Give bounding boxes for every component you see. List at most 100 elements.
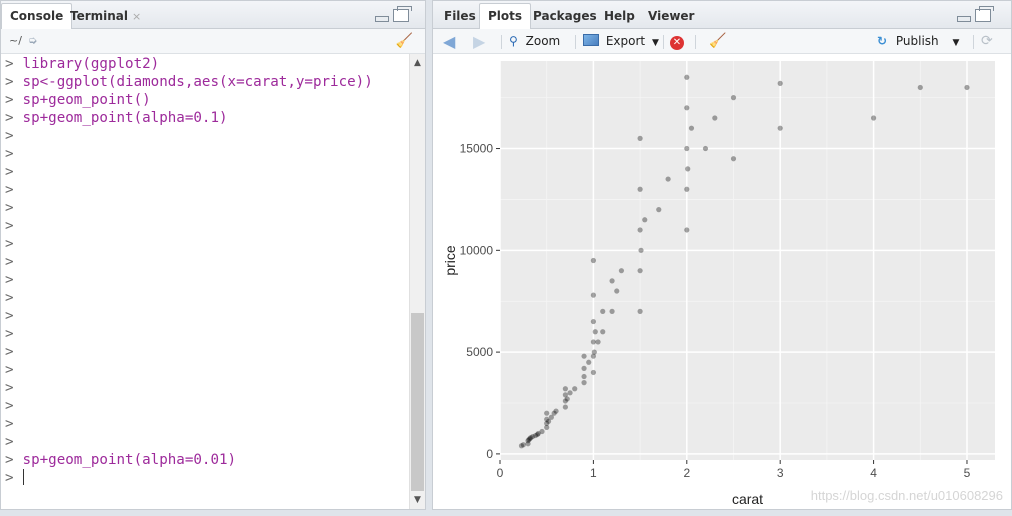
data-point bbox=[590, 339, 596, 345]
tab-viewer[interactable]: Viewer bbox=[639, 3, 703, 29]
data-point bbox=[592, 329, 598, 335]
scroll-down-icon[interactable]: ▼ bbox=[410, 493, 425, 507]
data-point bbox=[609, 308, 615, 314]
export-button[interactable]: Export ▼ bbox=[583, 32, 659, 51]
console-prompt: > bbox=[5, 182, 14, 198]
data-point bbox=[618, 268, 625, 274]
console-tabbar: Console Terminal × bbox=[1, 1, 425, 30]
pane-window-controls bbox=[375, 6, 413, 25]
console-command: sp+geom_point(alpha=0.1) bbox=[22, 110, 228, 126]
tab-help[interactable]: Help bbox=[595, 3, 644, 29]
data-point bbox=[702, 145, 709, 152]
tab-packages[interactable]: Packages bbox=[524, 3, 606, 29]
console-line: > bbox=[5, 199, 409, 217]
console-line: > bbox=[5, 181, 409, 199]
chevron-down-icon: ▼ bbox=[952, 38, 960, 48]
data-point bbox=[688, 125, 695, 131]
back-arrow-icon[interactable]: ◀ bbox=[443, 32, 455, 51]
forward-arrow-icon[interactable]: ▶ bbox=[473, 32, 485, 51]
console-prompt: > bbox=[5, 398, 14, 414]
console-prompt: > bbox=[5, 146, 14, 162]
console-line: > bbox=[5, 127, 409, 145]
pane-window-controls bbox=[957, 6, 995, 25]
data-point bbox=[684, 227, 690, 233]
remove-icon: ✕ bbox=[670, 36, 684, 50]
close-icon[interactable]: × bbox=[132, 10, 141, 23]
console-line: > bbox=[5, 343, 409, 361]
refresh-icon[interactable]: ⟳ bbox=[981, 32, 993, 51]
console-line: > sp+geom_point(alpha=0.01) bbox=[5, 451, 409, 469]
scrollbar-thumb[interactable] bbox=[411, 313, 424, 491]
publish-button[interactable]: ↻ Publish ▼ bbox=[877, 32, 959, 51]
data-point bbox=[581, 373, 587, 380]
data-point bbox=[665, 176, 671, 182]
maximize-icon[interactable] bbox=[975, 6, 994, 22]
plots-toolbar: ◀ ▶ ⚲ Zoom Export ▼ ✕ 🧹 ↻ Publish ▼ ⟳ bbox=[433, 29, 1011, 54]
data-point bbox=[917, 84, 923, 91]
data-point bbox=[564, 396, 570, 402]
scroll-up-icon[interactable]: ▲ bbox=[410, 56, 425, 70]
console-prompt: > bbox=[5, 380, 14, 396]
console-prompt: > bbox=[5, 110, 14, 126]
data-point bbox=[572, 386, 578, 392]
data-point bbox=[642, 217, 648, 223]
data-point bbox=[544, 410, 550, 416]
tab-files[interactable]: Files bbox=[435, 3, 485, 29]
zoom-icon: ⚲ bbox=[509, 34, 518, 48]
data-point bbox=[590, 318, 596, 325]
go-to-directory-icon[interactable]: ➭ bbox=[28, 34, 37, 47]
console-prompt: > bbox=[5, 326, 14, 342]
data-point bbox=[600, 329, 606, 335]
console-prompt: > bbox=[5, 362, 14, 378]
console-line: > bbox=[5, 415, 409, 433]
data-point bbox=[609, 278, 615, 284]
console-output[interactable]: > library(ggplot2) > sp<-ggplot(diamonds,ae… bbox=[1, 54, 409, 509]
maximize-icon[interactable] bbox=[393, 6, 412, 22]
x-axis-label: carat bbox=[732, 491, 763, 507]
x-tick-label: 1 bbox=[590, 466, 597, 480]
data-point bbox=[590, 369, 596, 376]
console-line: > bbox=[5, 145, 409, 163]
data-point bbox=[581, 380, 587, 386]
x-tick-label: 5 bbox=[964, 466, 971, 480]
console-subbar: ~/➭ 🧹 bbox=[1, 29, 425, 54]
zoom-button[interactable]: ⚲ Zoom bbox=[509, 32, 560, 51]
data-point bbox=[600, 308, 606, 314]
console-line: > bbox=[5, 361, 409, 379]
console-line: > sp+geom_point() bbox=[5, 91, 409, 109]
x-tick-label: 2 bbox=[683, 466, 690, 480]
console-line: > bbox=[5, 289, 409, 307]
console-prompt: > bbox=[5, 434, 14, 450]
data-point bbox=[712, 115, 718, 121]
console-prompt: > bbox=[5, 164, 14, 180]
data-point bbox=[562, 386, 568, 392]
console-line: > bbox=[5, 253, 409, 271]
console-prompt: > bbox=[5, 56, 14, 72]
data-point bbox=[730, 156, 737, 162]
data-point bbox=[637, 135, 643, 141]
data-point bbox=[777, 80, 783, 86]
clear-console-icon[interactable]: 🧹 bbox=[396, 33, 413, 49]
console-line: > sp+geom_point(alpha=0.1) bbox=[5, 109, 409, 127]
console-line: > bbox=[5, 325, 409, 343]
data-point bbox=[684, 145, 690, 152]
y-axis-label: price bbox=[442, 245, 458, 276]
export-icon bbox=[583, 34, 599, 46]
console-command: sp+geom_point(alpha=0.01) bbox=[22, 452, 237, 468]
data-point bbox=[870, 115, 877, 121]
data-point bbox=[638, 247, 644, 253]
plot-area: 0 1 2 3 4 5 0 5000 10000 15000 carat price https://… bbox=[433, 54, 1011, 509]
x-tick-label: 3 bbox=[777, 466, 784, 480]
console-line: > bbox=[5, 397, 409, 415]
clear-plots-broom-icon[interactable]: 🧹 bbox=[709, 32, 726, 51]
tab-terminal[interactable]: Terminal × bbox=[61, 3, 150, 29]
console-line: > bbox=[5, 433, 409, 451]
minimize-icon[interactable] bbox=[375, 16, 389, 22]
console-scrollbar[interactable]: ▲ ▼ bbox=[409, 54, 425, 509]
console-prompt: > bbox=[5, 290, 14, 306]
minimize-icon[interactable] bbox=[957, 16, 971, 22]
console-prompt: > bbox=[5, 236, 14, 252]
console-prompt: > bbox=[5, 218, 14, 234]
remove-plot-button[interactable]: ✕ bbox=[670, 32, 684, 51]
console-command: library(ggplot2) bbox=[22, 56, 160, 72]
